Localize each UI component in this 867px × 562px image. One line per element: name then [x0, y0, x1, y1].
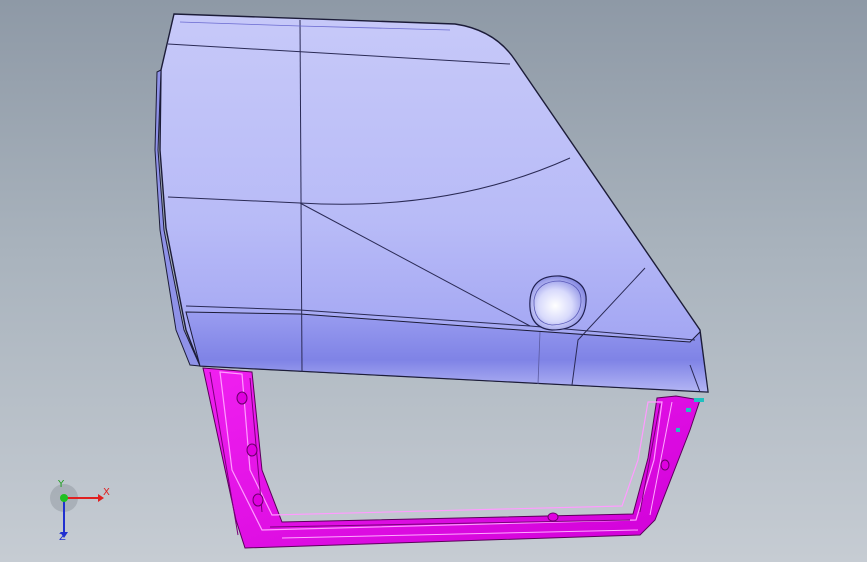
axis-triad: X Y Z [40, 480, 120, 550]
door-handle-recess[interactable] [529, 275, 587, 331]
cad-viewport[interactable]: X Y Z [0, 0, 867, 562]
model-canvas[interactable] [0, 0, 867, 562]
door-inner-frame[interactable] [202, 367, 704, 549]
x-axis-label: X [103, 487, 110, 498]
y-axis-marker [60, 494, 68, 502]
y-axis-label: Y [58, 479, 65, 490]
z-axis-label: Z [59, 532, 66, 543]
door-outer-panel[interactable] [154, 13, 709, 393]
